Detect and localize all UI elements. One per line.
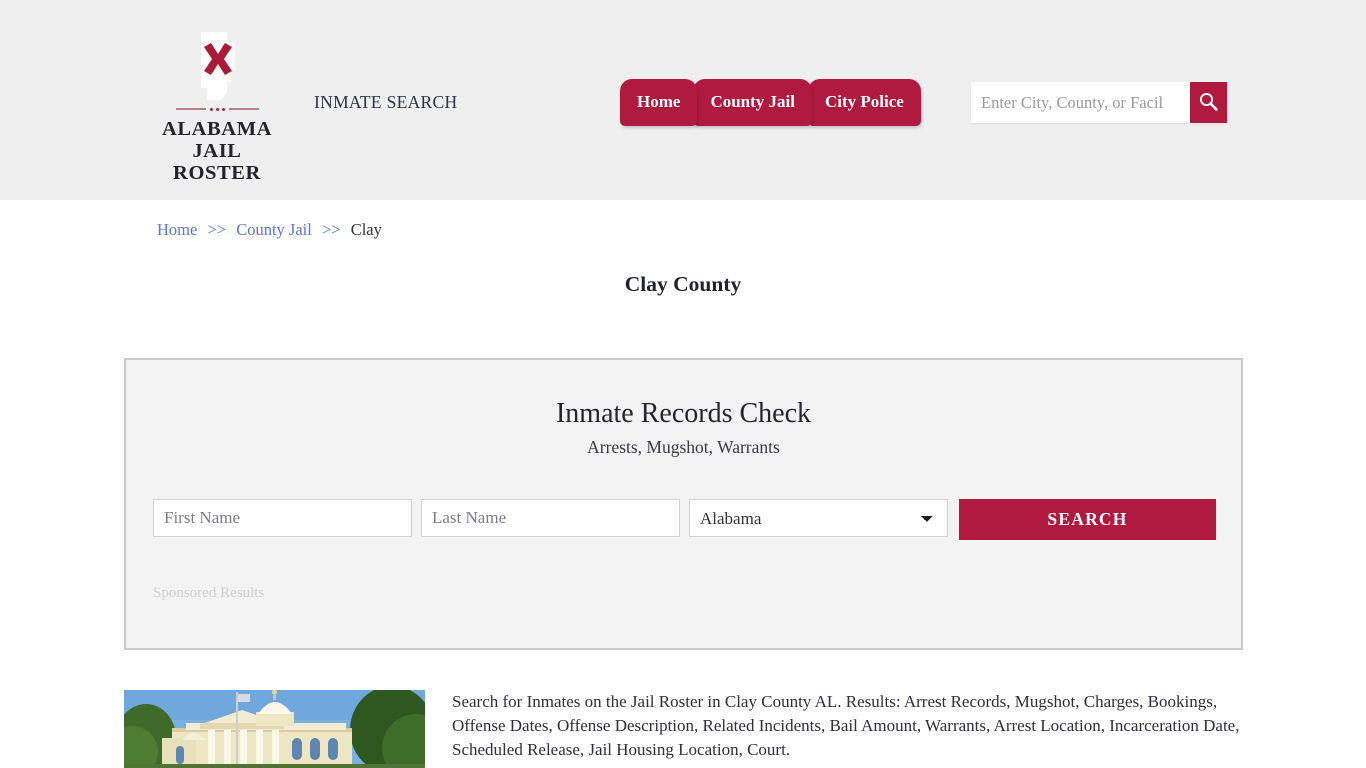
page-title: Clay County (624, 272, 742, 296)
inmate-records-panel: Inmate Records Check Arrests, Mugshot, W… (124, 358, 1243, 650)
panel-title: Inmate Records Check (555, 398, 812, 429)
inmate-search-form: Alabama SEARCH (153, 499, 1216, 540)
breadcrumb-separator: >> (207, 220, 227, 239)
site-tagline: INMATE SEARCH (314, 92, 458, 112)
site-logo[interactable]: ALABAMA JAIL ROSTER (152, 30, 282, 184)
search-button[interactable]: SEARCH (959, 499, 1216, 540)
first-name-input[interactable] (153, 499, 412, 537)
logo-line2: JAIL ROSTER (173, 140, 261, 185)
nav-item-home[interactable]: Home (620, 79, 698, 126)
courthouse-thumbnail (124, 690, 425, 768)
breadcrumb: Home >> County Jail >> Clay (157, 220, 382, 240)
logo-line1: ALABAMA (161, 118, 273, 140)
breadcrumb-separator: >> (321, 220, 341, 239)
breadcrumb-link-county-jail[interactable]: County Jail (236, 220, 312, 239)
panel-subtitle: Arrests, Mugshot, Warrants (587, 436, 780, 457)
breadcrumb-current: Clay (350, 220, 382, 239)
header-search-input[interactable] (971, 82, 1190, 123)
last-name-input[interactable] (421, 499, 680, 537)
search-icon (1198, 91, 1219, 115)
site-header: ALABAMA JAIL ROSTER INMATE SEARCH Home C… (0, 0, 1366, 200)
county-content: Search for Inmates on the Jail Roster in… (124, 690, 1254, 768)
main-navigation: Home County Jail City Police (620, 79, 921, 126)
nav-item-county-jail[interactable]: County Jail (693, 79, 812, 126)
county-description: Search for Inmates on the Jail Roster in… (452, 692, 1240, 760)
breadcrumb-link-home[interactable]: Home (157, 220, 197, 239)
sponsored-results-label: Sponsored Results (153, 585, 265, 601)
logo-divider (152, 104, 282, 114)
header-search (971, 82, 1227, 123)
header-search-button[interactable] (1190, 82, 1227, 123)
state-select[interactable]: Alabama (689, 499, 948, 537)
alabama-state-flag-outline-icon (187, 30, 247, 102)
nav-item-city-police[interactable]: City Police (807, 79, 921, 126)
